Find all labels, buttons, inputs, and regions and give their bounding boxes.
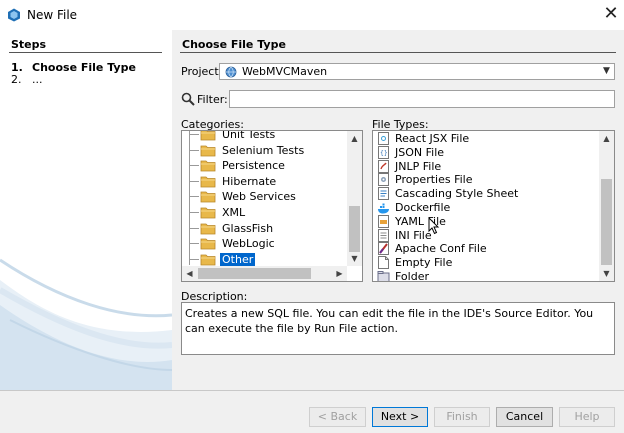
step-item-2: 2.... (11, 73, 43, 86)
jsx-file-icon (378, 132, 389, 145)
project-combobox[interactable]: WebMVCMaven ▼ (219, 63, 615, 80)
file-type-label: Folder (395, 270, 429, 282)
folder-icon (200, 131, 216, 141)
tree-connector (190, 258, 199, 260)
step-label: ... (32, 73, 43, 86)
chevron-down-icon[interactable]: ▼ (599, 64, 614, 79)
category-label: WebLogic (222, 237, 275, 251)
close-icon[interactable]: ✕ (600, 3, 622, 25)
folder-icon (200, 254, 216, 266)
scroll-thumb[interactable] (198, 268, 311, 279)
empty-file-icon (378, 256, 389, 270)
jnlp-file-icon (378, 159, 389, 173)
main-panel: Choose File Type Project: WebMVCMaven ▼ … (172, 30, 624, 390)
tree-connector (190, 243, 199, 245)
description-text: Creates a new SQL file. You can edit the… (181, 302, 615, 355)
file-type-label: JNLP File (395, 159, 442, 173)
tree-connector (190, 212, 199, 213)
folder-icon (200, 191, 216, 203)
file-type-label: Dockerfile (395, 201, 451, 214)
project-value: WebMVCMaven (242, 65, 328, 78)
scroll-up-icon[interactable]: ▲ (599, 131, 614, 146)
steps-title: Steps (11, 38, 47, 51)
file-types-list[interactable]: React JSX File {} JSON File JNLP File Proper… (372, 130, 615, 282)
category-label: Unit Tests (222, 130, 276, 141)
apache-conf-file-icon (378, 242, 389, 256)
folder-icon (200, 176, 216, 188)
file-type-label: React JSX File (395, 132, 470, 145)
scroll-thumb[interactable] (349, 206, 360, 252)
file-types-vertical-scrollbar[interactable]: ▲ ▼ (599, 131, 614, 281)
decorative-swoosh-graphic (0, 258, 172, 390)
title-bar: New File ✕ (0, 0, 624, 30)
tree-connector (190, 196, 199, 198)
button-bar: < Back Next > Finish Cancel Help (0, 390, 624, 433)
scroll-down-icon[interactable]: ▼ (599, 266, 614, 281)
filter-input[interactable] (229, 90, 615, 108)
folder-icon (377, 271, 390, 281)
file-type-label: Properties File (395, 173, 473, 187)
next-button[interactable]: Next > (372, 407, 428, 427)
scroll-down-icon[interactable]: ▼ (347, 251, 362, 266)
search-icon (181, 92, 195, 106)
step-number: 2. (11, 73, 22, 86)
netbeans-app-icon (8, 8, 20, 22)
category-label: XML (222, 206, 246, 219)
category-label: Hibernate (222, 174, 277, 188)
back-button[interactable]: < Back (309, 407, 366, 427)
tree-connector (190, 180, 199, 182)
json-file-icon: {} (378, 145, 389, 159)
folder-icon (200, 238, 216, 250)
web-project-icon (225, 66, 237, 78)
folder-icon (200, 160, 216, 172)
category-label: Selenium Tests (222, 143, 305, 157)
tree-connector (190, 134, 199, 135)
scroll-left-icon[interactable]: ◀ (182, 266, 197, 281)
mouse-pointer-icon (428, 217, 440, 235)
ini-file-icon (378, 228, 389, 242)
docker-file-icon (378, 203, 389, 214)
category-label: Web Services (222, 190, 296, 204)
help-button[interactable]: Help (559, 407, 615, 427)
filter-label: Filter: (197, 93, 228, 106)
step-label: Choose File Type (32, 61, 136, 74)
css-file-icon (378, 187, 389, 201)
file-type-label: Empty File (395, 256, 453, 270)
steps-panel: Steps 1. Choose File Type 2.... (0, 30, 172, 390)
category-label: Other (220, 252, 256, 266)
scroll-up-icon[interactable]: ▲ (347, 131, 362, 146)
scroll-thumb[interactable] (601, 179, 612, 265)
file-type-label: INI File (395, 228, 432, 242)
section-divider (180, 52, 616, 53)
folder-icon (200, 145, 216, 156)
categories-horizontal-scrollbar[interactable]: ◀ ▶ (182, 266, 347, 281)
category-label: GlassFish (222, 221, 274, 235)
file-type-label: Cascading Style Sheet (395, 187, 519, 201)
finish-button[interactable]: Finish (434, 407, 490, 427)
folder-icon (200, 223, 216, 234)
categories-vertical-scrollbar[interactable]: ▲ ▼ (347, 131, 362, 266)
scroll-right-icon[interactable]: ▶ (332, 266, 347, 281)
tree-connector (190, 165, 199, 167)
steps-divider (9, 52, 162, 53)
yaml-file-icon (378, 214, 389, 228)
svg-text:{}: {} (380, 150, 388, 157)
project-label: Project: (181, 65, 223, 78)
tree-connector (190, 227, 199, 229)
folder-icon (200, 207, 216, 219)
file-type-label: Apache Conf File (395, 242, 487, 256)
tree-connector (190, 149, 199, 151)
file-type-label: JSON File (395, 145, 445, 159)
section-title: Choose File Type (182, 38, 286, 51)
window-title: New File (27, 8, 78, 22)
cancel-button[interactable]: Cancel (496, 407, 553, 427)
categories-list[interactable]: Unit Tests Selenium Tests Persistence Hiber… (181, 130, 363, 282)
properties-file-icon (378, 173, 389, 187)
category-label: Persistence (222, 159, 285, 173)
